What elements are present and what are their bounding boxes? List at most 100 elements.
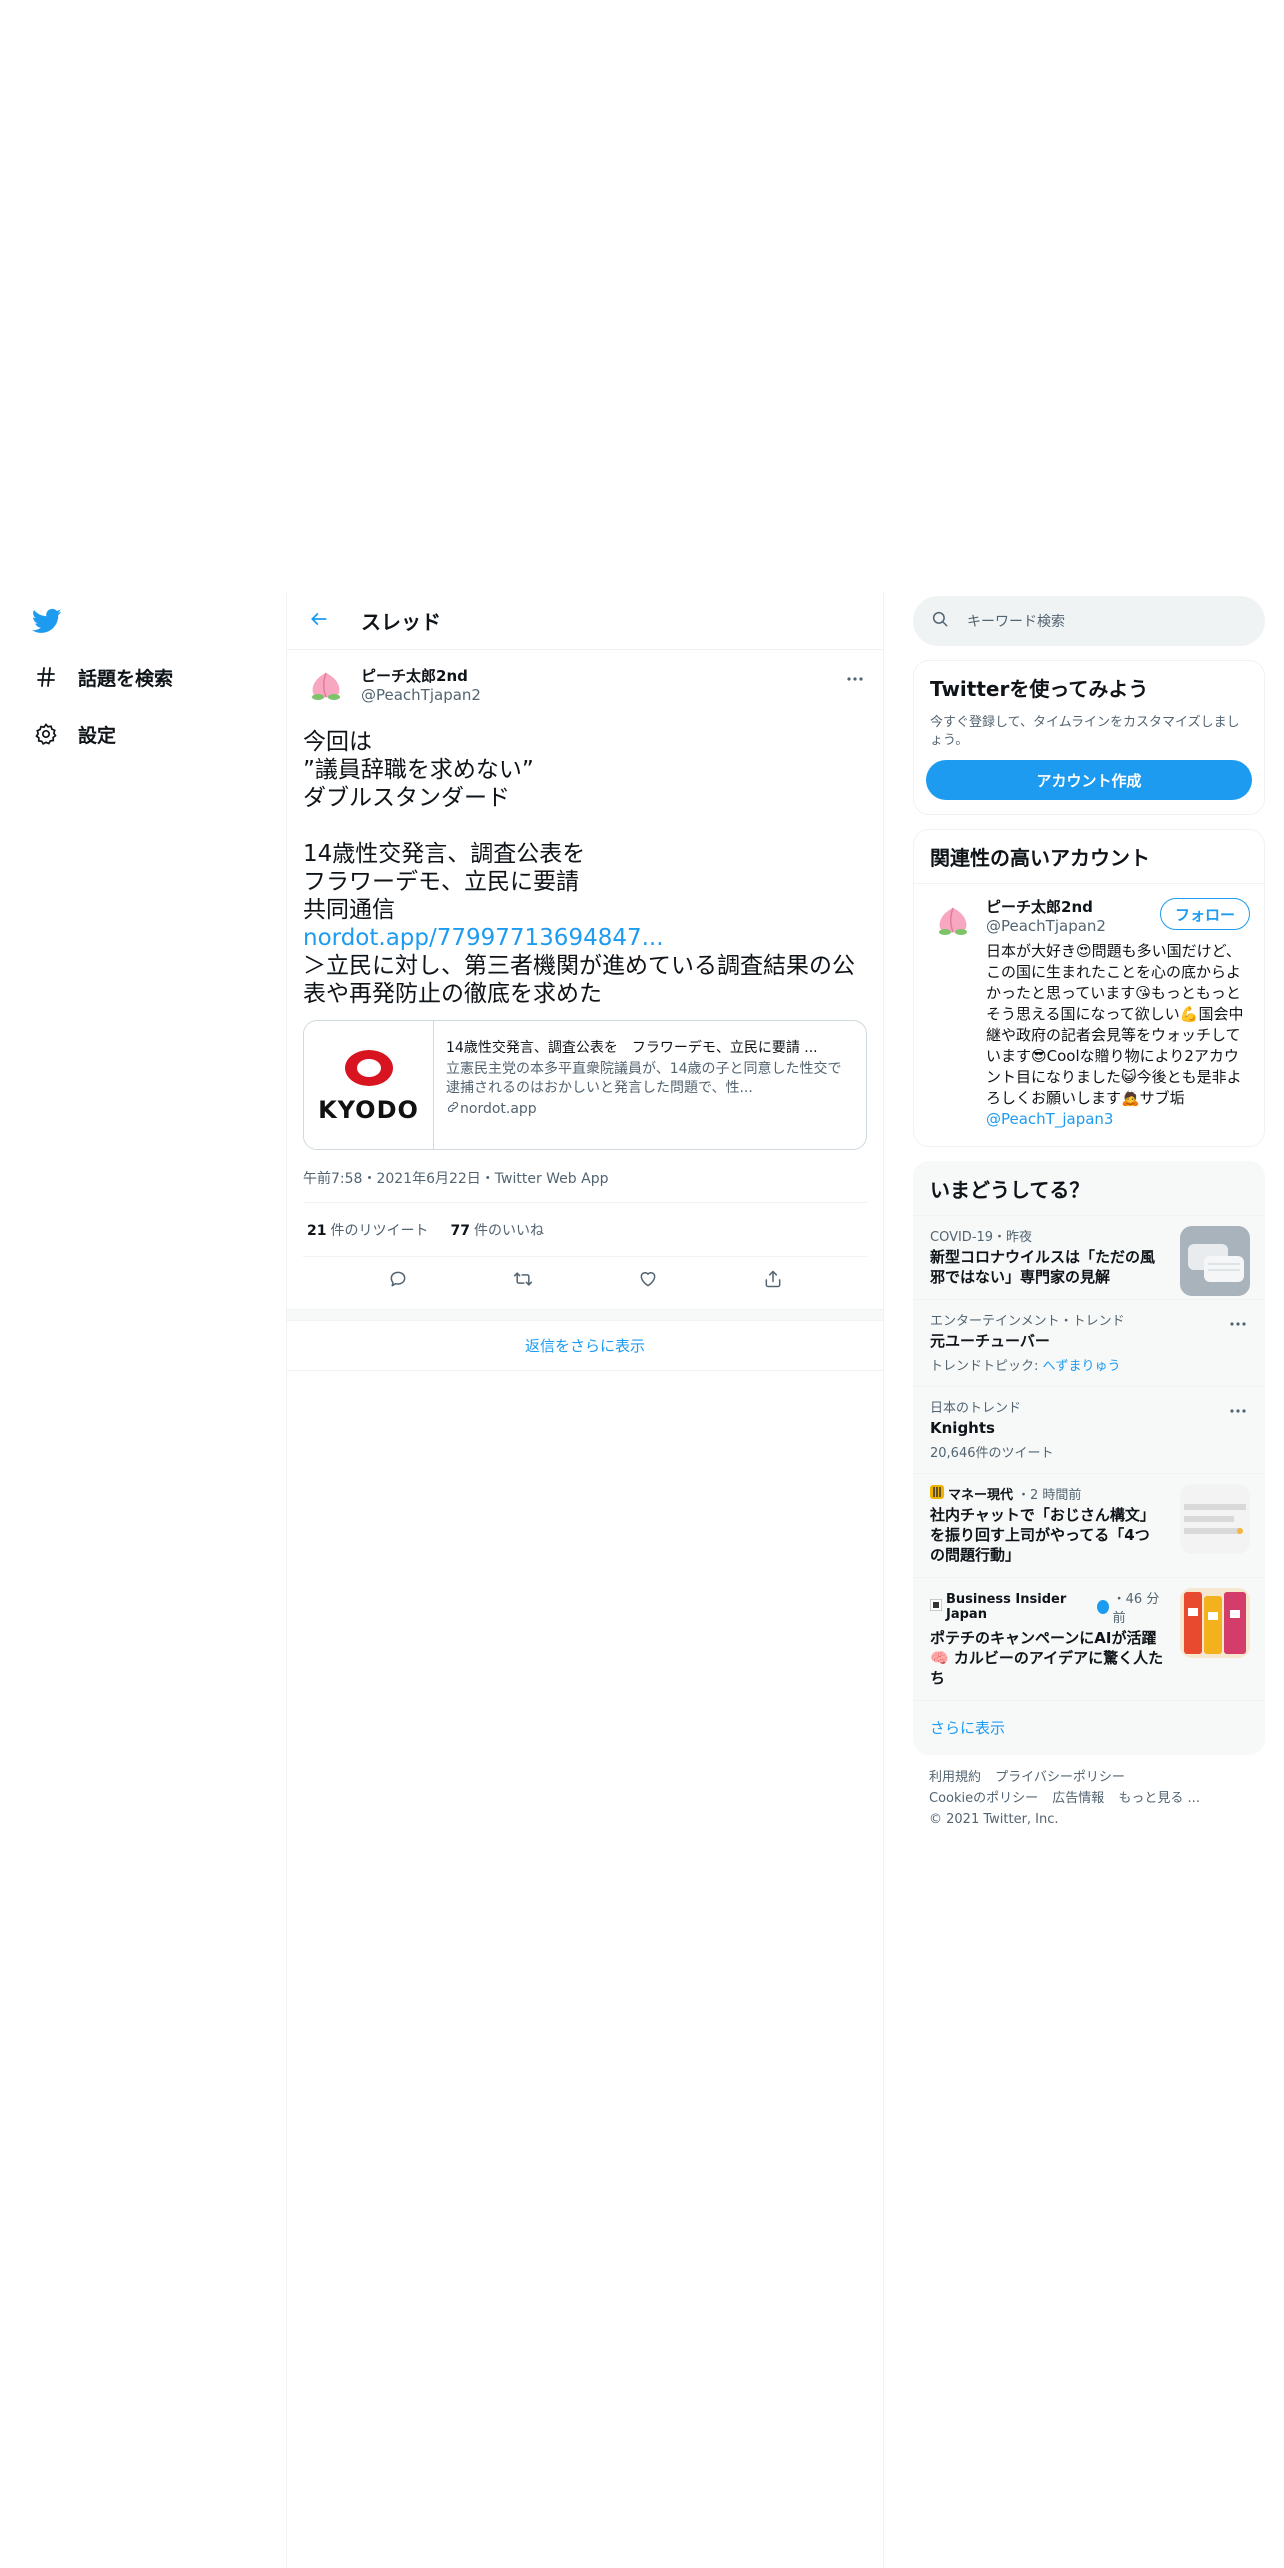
search-input[interactable]: キーワード検索 <box>913 596 1265 646</box>
nav-item-label: 話題を検索 <box>78 667 174 690</box>
tweet-link[interactable]: nordot.app/77997713694847... <box>303 925 664 951</box>
trend-more-button[interactable] <box>1228 1312 1248 1328</box>
trend-source: Business Insider Japan ・46 分前 <box>929 1588 1164 1626</box>
link-card[interactable]: KYODO 14歳性交発言、調査公表を フラワーデモ、立民に要請 ... 立憲民… <box>303 1020 867 1150</box>
footer-link-privacy[interactable]: プライバシーポリシー <box>995 1770 1125 1785</box>
page-title: スレッド <box>361 610 441 634</box>
share-button[interactable] <box>755 1263 791 1299</box>
trend-title: 元ユーチューバー <box>930 1332 1050 1350</box>
trend-item[interactable]: 日本のトレンド Knights 20,646件のツイート <box>914 1386 1264 1473</box>
trend-source-name: マネー現代 <box>948 1488 1014 1503</box>
trend-topic-link[interactable]: へずまりゅう <box>1043 1359 1121 1374</box>
more-options-button[interactable] <box>843 664 867 688</box>
trend-title: Knights <box>930 1419 995 1437</box>
right-sidebar: キーワード検索 Twitterを使ってみよう 今すぐ登録して、タイムラインをカス… <box>913 596 1265 1830</box>
tweet-actions <box>303 1257 867 1305</box>
tweet-text: 今回は ”議員辞職を求めない” ダブルスタンダード 14歳性交発言、調査公表を … <box>303 728 867 1008</box>
trend-context: エンターテインメント・トレンド <box>930 1314 1125 1329</box>
follow-button[interactable]: フォロー <box>1159 898 1250 930</box>
account-bio: 日本が大好き😍問題も多い国だけど、この国に生まれたことを心の底からよかったと思っ… <box>986 941 1248 1130</box>
like-count[interactable]: 77 件のいいね <box>450 1220 543 1240</box>
retweet-button[interactable] <box>505 1263 541 1299</box>
kyodo-logo-icon <box>339 1048 399 1092</box>
trend-context: 日本のトレンド <box>930 1401 1022 1416</box>
show-more-trends-link[interactable]: さらに表示 <box>914 1700 1264 1754</box>
trends-panel: いまどうしてる？ COVID-19・昨夜 新型コロナウイルスは「ただの風邪ではな… <box>913 1161 1265 1755</box>
retweet-count-value: 21 <box>307 1222 327 1239</box>
more-dots-icon <box>1230 1311 1246 1330</box>
tweet-stats: 21 件のリツイート 77 件のいいね <box>303 1203 867 1257</box>
footer-link-cookies[interactable]: Cookieのポリシー <box>929 1791 1038 1806</box>
like-count-value: 77 <box>450 1222 470 1239</box>
retweet-icon <box>512 1269 534 1293</box>
related-accounts-panel: 関連性の高いアカウント ピーチ太郎2nd @PeachTjapan2 日本が大好… <box>913 829 1265 1147</box>
like-button[interactable] <box>630 1263 666 1299</box>
trend-source-time: ・46 分前 <box>1112 1592 1160 1626</box>
twitter-bird-icon[interactable] <box>30 606 64 636</box>
card-thumbnail: KYODO <box>304 1021 434 1149</box>
like-count-label: 件のいいね <box>473 1222 544 1239</box>
author-name[interactable]: ピーチ太郎2nd <box>361 667 481 687</box>
avatar[interactable] <box>930 898 976 944</box>
footer-link-ads[interactable]: 広告情報 <box>1052 1791 1104 1806</box>
more-dots-icon <box>846 667 864 686</box>
thread-header: スレッド <box>287 592 883 650</box>
trends-title: いまどうしてる？ <box>930 1178 1090 1202</box>
back-button[interactable] <box>301 603 337 639</box>
trend-source: マネー現代 ・2 時間前 <box>930 1484 1164 1503</box>
card-domain: nordot.app <box>446 1100 854 1118</box>
card-domain-text: nordot.app <box>460 1101 537 1117</box>
trend-item[interactable]: Business Insider Japan ・46 分前 ポテチのキャンペーン… <box>914 1577 1264 1700</box>
card-title: 14歳性交発言、調査公表を フラワーデモ、立民に要請 ... <box>446 1040 818 1056</box>
retweet-count[interactable]: 21 件のリツイート <box>307 1220 428 1240</box>
reply-icon <box>388 1269 408 1293</box>
tweet: ピーチ太郎2nd @PeachTjapan2 今回は ”議員辞職を求めない” ダ… <box>287 650 883 1305</box>
trend-title: ポテチのキャンペーンにAIが活躍🧠 カルビーのアイデアに驚く人たち <box>930 1629 1164 1687</box>
tweet-timestamp[interactable]: 午前7:58・2021年6月22日・Twitter Web App <box>303 1168 867 1203</box>
nav-item-label: 設定 <box>78 724 117 747</box>
reply-button[interactable] <box>380 1263 416 1299</box>
footer-copyright: © 2021 Twitter, Inc. <box>929 1812 1059 1827</box>
search-placeholder: キーワード検索 <box>967 614 1065 630</box>
create-account-button[interactable]: アカウント作成 <box>926 760 1252 800</box>
author-handle[interactable]: @PeachTjapan2 <box>361 686 481 706</box>
trend-item[interactable]: COVID-19・昨夜 新型コロナウイルスは「ただの風邪ではない」専門家の見解 <box>914 1215 1264 1299</box>
retweet-count-label: 件のリツイート <box>330 1222 429 1239</box>
signup-panel: Twitterを使ってみよう 今すぐ登録して、タイムラインをカスタマイズしましょ… <box>913 660 1265 815</box>
gear-icon <box>32 720 60 748</box>
trend-item[interactable]: マネー現代 ・2 時間前 社内チャットで「おじさん構文」を振り回す上司がやってる… <box>914 1473 1264 1577</box>
nav-item-settings[interactable]: 設定 <box>32 714 116 754</box>
related-account[interactable]: ピーチ太郎2nd @PeachTjapan2 日本が大好き😍問題も多い国だけど、… <box>914 883 1264 1146</box>
trend-title: 新型コロナウイルスは「ただの風邪ではない」専門家の見解 <box>930 1248 1156 1286</box>
trend-more-button[interactable] <box>1228 1399 1248 1415</box>
share-icon <box>763 1269 783 1293</box>
related-title: 関連性の高いアカウント <box>930 846 1150 870</box>
tweet-author: ピーチ太郎2nd @PeachTjapan2 <box>303 662 867 710</box>
trend-source-time: ・2 時間前 <box>1017 1488 1082 1503</box>
divider <box>287 1309 883 1321</box>
trend-source-name: Business Insider Japan <box>946 1592 1067 1622</box>
like-icon <box>638 1269 658 1293</box>
publisher-logo-icon <box>929 1598 943 1615</box>
footer-link-more[interactable]: もっと見る ... <box>1118 1791 1200 1806</box>
trend-topic-prefix: トレンドトピック: <box>930 1359 1043 1374</box>
trend-item[interactable]: エンターテインメント・トレンド 元ユーチューバー トレンドトピック: へずまりゅ… <box>914 1299 1264 1386</box>
account-bio-text: 日本が大好き😍問題も多い国だけど、この国に生まれたことを心の底からよかったと思っ… <box>986 942 1244 1107</box>
card-description: 立憲民主党の本多平直衆院議員が、14歳の子と同意した性交で逮捕されるのはおかしい… <box>446 1061 842 1096</box>
signup-title: Twitterを使ってみよう <box>930 677 1149 701</box>
tweet-text-part: ＞立民に対し、第三者機関が進めている調査結果の公表や再発防止の徹底を求めた <box>303 953 855 1007</box>
more-dots-icon <box>1230 1398 1246 1417</box>
trend-thumbnail <box>1180 1226 1250 1296</box>
footer: 利用規約 プライバシーポリシー Cookieのポリシー 広告情報 もっと見る .… <box>913 1767 1265 1830</box>
account-bio-mention[interactable]: @PeachT_japan3 <box>986 1110 1113 1128</box>
nav-item-explore[interactable]: 話題を検索 <box>32 657 173 697</box>
tweet-text-part: 今回は ”議員辞職を求めない” ダブルスタンダード 14歳性交発言、調査公表を … <box>303 729 586 923</box>
link-icon <box>446 1100 460 1118</box>
trend-thumbnail <box>1180 1588 1250 1658</box>
show-more-replies-button[interactable]: 返信をさらに表示 <box>287 1321 883 1371</box>
trend-tweet-count: 20,646件のツイート <box>930 1446 1054 1461</box>
footer-link-terms[interactable]: 利用規約 <box>929 1770 981 1785</box>
hashtag-icon <box>32 663 60 691</box>
avatar[interactable] <box>303 663 349 709</box>
publisher-logo-icon <box>930 1484 944 1503</box>
